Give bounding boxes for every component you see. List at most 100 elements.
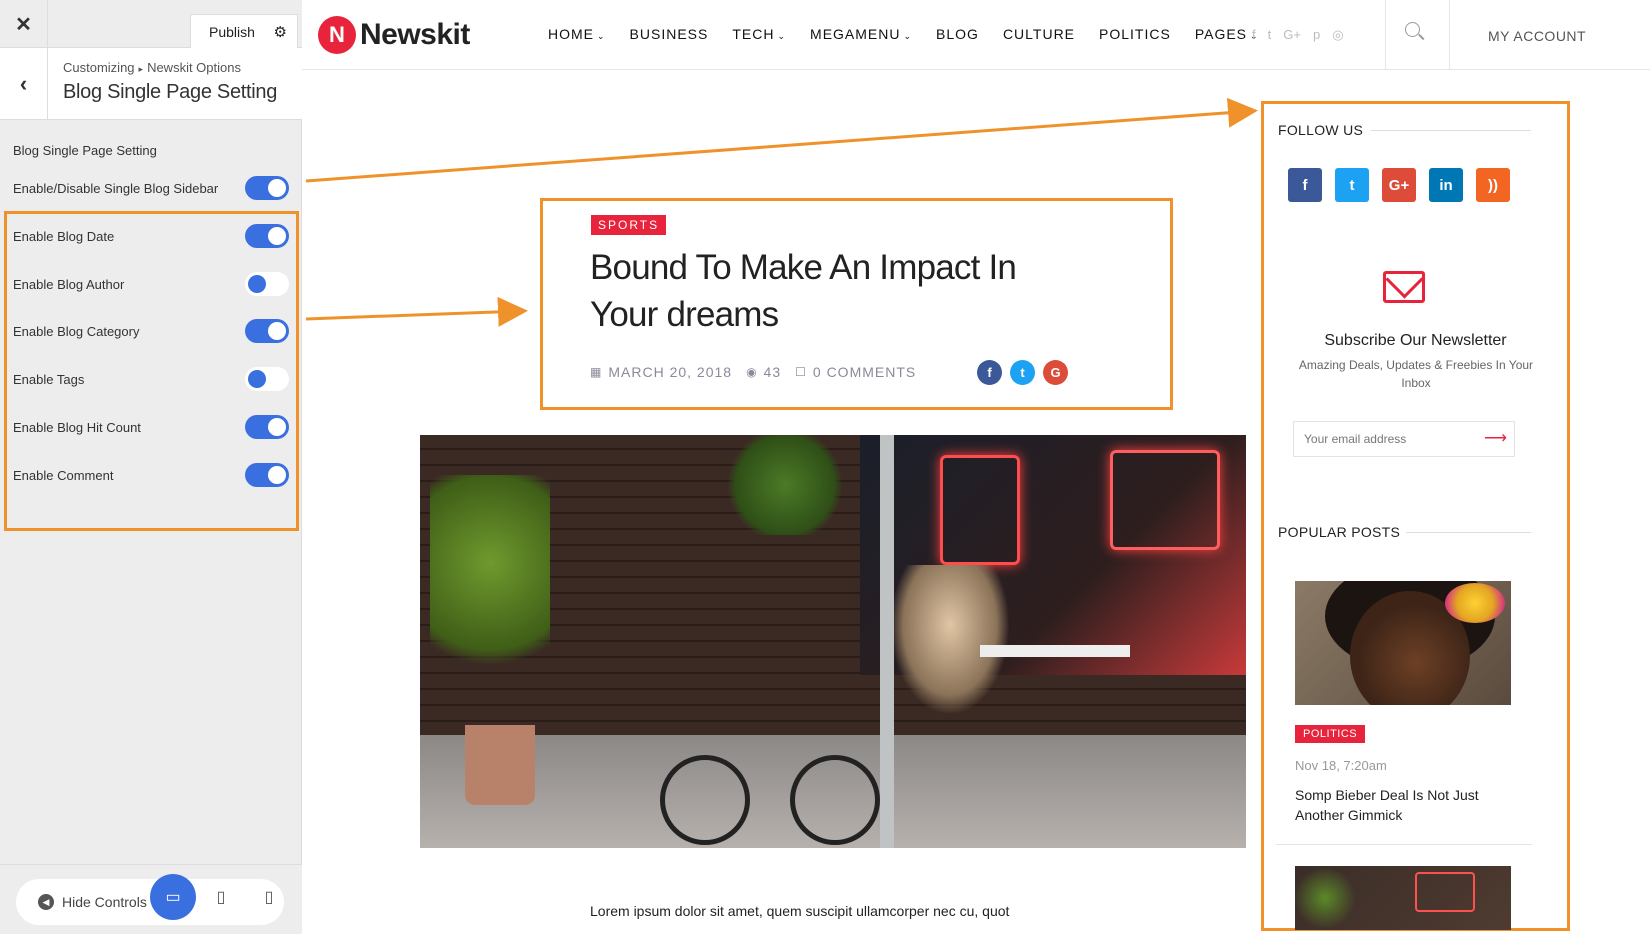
google-plus-icon[interactable]: G+ bbox=[1283, 27, 1301, 43]
comment-icon: ☐ bbox=[795, 365, 807, 379]
nav-label: BUSINESS bbox=[629, 26, 709, 42]
section-title: Blog Single Page Setting bbox=[63, 81, 278, 103]
popular-posts-title: POPULAR POSTS bbox=[1278, 524, 1401, 540]
google-plus-icon[interactable]: G bbox=[1043, 360, 1068, 385]
follow-us-title: FOLLOW US bbox=[1278, 122, 1364, 138]
nav-item-culture[interactable]: CULTURE bbox=[1003, 26, 1075, 42]
close-icon[interactable]: ✕ bbox=[0, 0, 48, 48]
publish-button[interactable]: Publish ⚙ bbox=[190, 14, 298, 48]
toggle-sidebar[interactable] bbox=[245, 176, 289, 200]
popular-post-thumbnail[interactable] bbox=[1295, 866, 1511, 930]
instagram-icon[interactable]: ◎ bbox=[1332, 27, 1343, 43]
gear-icon[interactable]: ⚙ bbox=[274, 23, 287, 41]
popular-post-title[interactable]: Somp Bieber Deal Is Not Just Another Gim… bbox=[1295, 785, 1505, 825]
nav-label: MEGAMENU bbox=[810, 26, 901, 42]
article-views: 43 bbox=[763, 364, 782, 380]
hero-image bbox=[420, 435, 1246, 848]
nav-label: HOME bbox=[548, 26, 594, 42]
breadcrumb-separator-icon: ▸ bbox=[138, 64, 144, 74]
logo-text: Newskit bbox=[360, 18, 470, 51]
customizer-topbar: ✕ Publish ⚙ bbox=[0, 0, 302, 48]
thumb-plant bbox=[1295, 866, 1355, 930]
newsletter-email-input[interactable] bbox=[1293, 421, 1515, 457]
header-divider bbox=[1385, 0, 1386, 70]
nav-item-politics[interactable]: POLITICS bbox=[1099, 26, 1171, 42]
newsletter-subtitle: Amazing Deals, Updates & Freebies In You… bbox=[1298, 358, 1534, 390]
hero-bicycle bbox=[660, 735, 880, 845]
nav-item-megamenu[interactable]: MEGAMENU ⌄ bbox=[810, 26, 912, 42]
rss-icon[interactable]: )) bbox=[1476, 168, 1510, 202]
hero-pole bbox=[880, 435, 894, 848]
setting-row-sidebar: Enable/Disable Single Blog Sidebar bbox=[13, 175, 289, 201]
hero-plant bbox=[720, 435, 850, 535]
calendar-icon: ▦ bbox=[590, 365, 603, 379]
customizer-panel: ✕ Publish ⚙ ‹ Customizing ▸ Newskit Option… bbox=[0, 0, 302, 934]
publish-label: Publish bbox=[209, 23, 255, 40]
header-social-links: f t G+ p ◎ bbox=[1252, 27, 1344, 43]
main-nav: HOME ⌄ BUSINESS TECH ⌄ MEGAMENU ⌄ BLOG CULT… bbox=[548, 26, 1283, 42]
nav-label: PAGES bbox=[1194, 26, 1248, 42]
hero-person bbox=[890, 565, 1010, 715]
search-icon-handle bbox=[1418, 33, 1425, 40]
toggle-knob bbox=[268, 179, 286, 197]
hero-wheel bbox=[790, 755, 880, 845]
collapse-icon: ◀ bbox=[38, 894, 54, 910]
arrow-right-icon[interactable]: ⟶ bbox=[1484, 428, 1507, 448]
group-label: Blog Single Page Setting bbox=[13, 143, 157, 158]
nav-item-blog[interactable]: BLOG bbox=[936, 26, 979, 42]
facebook-icon[interactable]: f bbox=[977, 360, 1002, 385]
share-buttons: f t G bbox=[977, 360, 1068, 385]
follow-social-links: f t G+ in )) bbox=[1288, 168, 1510, 202]
nav-item-home[interactable]: HOME ⌄ bbox=[548, 26, 606, 42]
site-preview: N Newskit HOME ⌄ BUSINESS TECH ⌄ MEGAMENU ⌄… bbox=[302, 0, 1650, 934]
setting-label: Enable/Disable Single Blog Sidebar bbox=[13, 180, 219, 196]
breadcrumb: Customizing ▸ Newskit Options bbox=[63, 60, 241, 75]
newsletter-title: Subscribe Our Newsletter bbox=[1324, 332, 1507, 349]
nav-item-business[interactable]: BUSINESS bbox=[630, 26, 709, 42]
twitter-icon[interactable]: t bbox=[1010, 360, 1035, 385]
nav-label: POLITICS bbox=[1099, 26, 1171, 42]
linkedin-icon[interactable]: in bbox=[1429, 168, 1463, 202]
site-header: N Newskit HOME ⌄ BUSINESS TECH ⌄ MEGAMENU ⌄… bbox=[302, 0, 1650, 70]
desktop-icon[interactable]: ▭ bbox=[150, 874, 196, 920]
breadcrumb-section: Newskit Options bbox=[147, 60, 241, 75]
article-title: Bound To Make An Impact In Your dreams bbox=[590, 248, 1017, 334]
nav-label: CULTURE bbox=[1002, 26, 1076, 42]
article-meta: ▦ MARCH 20, 2018 ◉ 43 ☐ 0 COMMENTS bbox=[590, 364, 930, 380]
hero-plant bbox=[430, 475, 550, 695]
site-logo[interactable]: N Newskit bbox=[318, 16, 470, 54]
tablet-icon[interactable]: ▯ bbox=[198, 874, 244, 920]
pinterest-icon[interactable]: p bbox=[1313, 27, 1320, 43]
nav-item-pages[interactable]: PAGES ⌄ bbox=[1195, 26, 1259, 42]
google-plus-icon[interactable]: G+ bbox=[1382, 168, 1416, 202]
popular-post-thumbnail[interactable] bbox=[1295, 581, 1511, 705]
nav-item-tech[interactable]: TECH ⌄ bbox=[732, 26, 786, 42]
nav-label: BLOG bbox=[936, 26, 979, 42]
customizer-footer: ◀ Hide Controls ▭ ▯ ▯ bbox=[0, 864, 302, 934]
hide-controls-label: Hide Controls bbox=[62, 894, 147, 910]
twitter-icon[interactable]: t bbox=[1268, 27, 1272, 43]
my-account-link[interactable]: MY ACCOUNT bbox=[1488, 28, 1586, 44]
envelope-icon bbox=[1383, 271, 1425, 303]
back-arrow-icon[interactable]: ‹ bbox=[0, 48, 48, 120]
highlight-box-settings bbox=[4, 211, 299, 531]
post-divider bbox=[1276, 844, 1532, 845]
chevron-down-icon: ⌄ bbox=[777, 31, 787, 41]
hero-wheel bbox=[660, 755, 750, 845]
screen: ✕ Publish ⚙ ‹ Customizing ▸ Newskit Option… bbox=[0, 0, 1652, 934]
category-badge[interactable]: SPORTS bbox=[591, 215, 667, 235]
article-date: MARCH 20, 2018 bbox=[608, 364, 733, 380]
widget-rule bbox=[1406, 532, 1531, 533]
twitter-icon[interactable]: t bbox=[1335, 168, 1369, 202]
eye-icon: ◉ bbox=[746, 365, 758, 379]
article-comments[interactable]: 0 COMMENTS bbox=[813, 364, 916, 380]
chevron-down-icon: ⌄ bbox=[597, 31, 606, 41]
popular-post-category[interactable]: POLITICS bbox=[1295, 725, 1366, 743]
search-icon[interactable] bbox=[1405, 22, 1425, 42]
hero-neon-sign bbox=[1110, 450, 1220, 550]
facebook-icon[interactable]: f bbox=[1252, 27, 1256, 43]
mobile-icon[interactable]: ▯ bbox=[246, 874, 292, 920]
facebook-icon[interactable]: f bbox=[1288, 168, 1322, 202]
chevron-down-icon: ⌄ bbox=[903, 31, 913, 41]
logo-mark-icon: N bbox=[318, 16, 356, 54]
